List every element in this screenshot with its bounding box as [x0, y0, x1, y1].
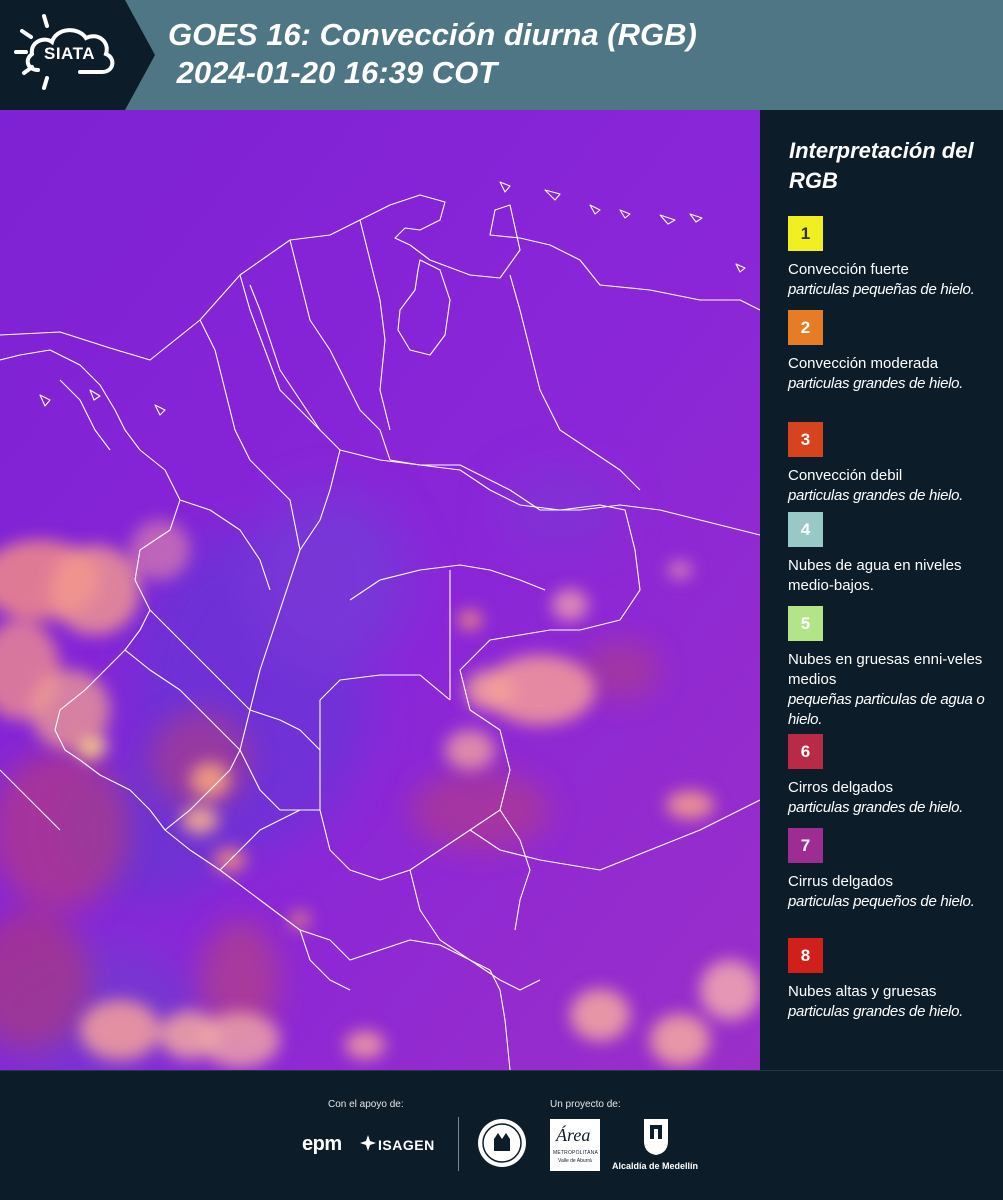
footer-divider	[458, 1117, 459, 1171]
legend-swatch: 6	[788, 734, 823, 769]
legend-swatch: 8	[788, 938, 823, 973]
legend-item-name: Nubes altas y gruesas	[788, 983, 937, 1000]
area-logo-text: Área	[556, 1125, 591, 1145]
support-label: Con el apoyo de:	[328, 1099, 404, 1110]
legend-title: Interpretación del RGB	[789, 138, 974, 193]
siata-logo[interactable]: SIATA	[0, 0, 155, 110]
legend-item: 2 Convección moderada particulas grandes…	[788, 310, 998, 394]
legend-item: 3 Convección debil particulas grandes de…	[788, 422, 998, 506]
page-title: GOES 16: Convección diurna (RGB) 2024-01…	[168, 17, 697, 90]
goes16-rgb-image	[0, 110, 760, 1070]
legend-item-desc: particulas grandes de hielo.	[788, 1003, 964, 1020]
legend-item-name: Cirros delgados	[788, 779, 894, 796]
legend-item-name: Convección moderada	[788, 355, 939, 372]
legend-item-desc: particulas grandes de hielo.	[788, 375, 964, 392]
legend-item: 4 Nubes de agua en niveles medio-bajos.	[788, 512, 998, 596]
legend-swatch: 5	[788, 606, 823, 641]
area-logo-subtitle: METROPOLITANA	[553, 1150, 599, 1156]
legend-item-name: Nubes de agua en niveles medio-bajos.	[788, 557, 962, 594]
legend-item-name: Convección debil	[788, 467, 903, 484]
alcaldia-medellin-logo-icon[interactable]	[642, 1117, 670, 1157]
legend-item-desc: pequeñas particulas de agua o hielo.	[788, 691, 985, 728]
legend-item-name: Nubes en gruesas enni-veles medios	[788, 651, 983, 688]
legend-item-desc: particulas pequeños de hielo.	[788, 893, 975, 910]
legend-item: 7 Cirrus delgados particulas pequeños de…	[788, 828, 998, 912]
footer: Con el apoyo de: Un proyecto de: epm ISA…	[0, 1070, 1003, 1200]
legend-item-name: Convección fuerte	[788, 261, 909, 278]
epm-logo[interactable]: epm	[302, 1133, 342, 1156]
isagen-logo-icon	[360, 1135, 376, 1151]
legend-swatch: 2	[788, 310, 823, 345]
legend-panel: Interpretación del RGB 1 Convección fuer…	[760, 110, 1003, 1070]
seal-emblem-icon[interactable]	[476, 1117, 528, 1169]
legend-item: 6 Cirros delgados particulas grandes de …	[788, 734, 998, 818]
legend-swatch: 4	[788, 512, 823, 547]
legend-item-desc: particulas pequeñas de hielo.	[788, 281, 975, 298]
legend-item: 8 Nubes altas y gruesas particulas grand…	[788, 938, 998, 1022]
legend-item: 5 Nubes en gruesas enni-veles medios peq…	[788, 606, 998, 730]
legend-swatch: 7	[788, 828, 823, 863]
project-label: Un proyecto de:	[550, 1099, 621, 1110]
legend-item: 1 Convección fuerte particulas pequeñas …	[788, 216, 998, 300]
legend-swatch: 3	[788, 422, 823, 457]
legend-item-desc: particulas grandes de hielo.	[788, 487, 964, 504]
area-metropolitana-logo-icon[interactable]: Área METROPOLITANA Valle de Aburrá	[550, 1119, 600, 1171]
alcaldia-medellin-label: Alcaldía de Medellín	[612, 1161, 699, 1171]
siata-logo-text: SIATA	[44, 44, 95, 63]
satellite-map[interactable]	[0, 110, 760, 1070]
legend-item-desc: particulas grandes de hielo.	[788, 799, 964, 816]
isagen-logo[interactable]: ISAGEN	[378, 1137, 435, 1153]
legend-item-name: Cirrus delgados	[788, 873, 894, 890]
legend-swatch: 1	[788, 216, 823, 251]
header: SIATA GOES 16: Convección diurna (RGB) 2…	[0, 0, 1003, 110]
area-logo-tagline: Valle de Aburrá	[558, 1158, 592, 1164]
